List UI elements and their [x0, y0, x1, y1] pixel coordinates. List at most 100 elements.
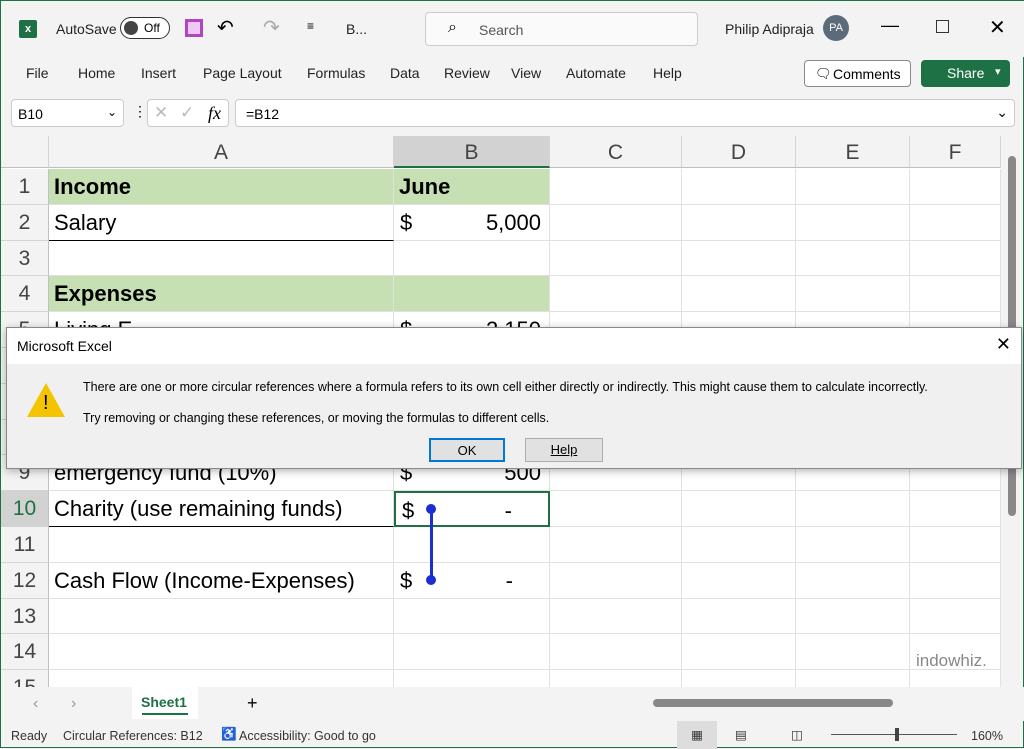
expand-icon[interactable]: ⌄ — [996, 104, 1008, 121]
cell-A13[interactable] — [49, 598, 394, 635]
cell-C12[interactable] — [550, 562, 682, 599]
tab-insert[interactable]: Insert — [141, 65, 176, 81]
cell-E15[interactable] — [796, 670, 910, 687]
avatar[interactable]: PA — [823, 15, 849, 41]
tab-file[interactable]: File — [26, 65, 49, 81]
more-icon[interactable]: ⋮ — [133, 103, 147, 120]
next-sheet-icon[interactable]: › — [71, 695, 76, 713]
cell-D2[interactable] — [682, 204, 796, 241]
cell-F3[interactable] — [910, 240, 1001, 277]
zoom-slider[interactable] — [831, 728, 957, 741]
redo-icon[interactable]: ↷ — [263, 15, 280, 40]
cell-B3[interactable] — [394, 240, 550, 277]
minimize-icon[interactable]: — — [881, 15, 899, 36]
cell-D1[interactable] — [682, 169, 796, 205]
select-all-corner[interactable] — [1, 136, 49, 168]
enter-icon[interactable]: ✓ — [180, 103, 194, 123]
help-button[interactable]: Help — [525, 438, 603, 462]
cell-B2[interactable]: 5,000 $ — [394, 204, 550, 241]
cell-F15[interactable] — [910, 670, 1001, 687]
close-icon[interactable]: ✕ — [989, 15, 1006, 40]
cell-D15[interactable] — [682, 670, 796, 687]
cell-C2[interactable] — [550, 204, 682, 241]
row-header-10[interactable]: 10 — [1, 491, 49, 527]
cell-E1[interactable] — [796, 169, 910, 205]
chevron-down-icon[interactable]: ⌄ — [107, 105, 117, 119]
column-header-F[interactable]: F — [910, 136, 1001, 168]
row-header-2[interactable]: 2 — [1, 204, 49, 241]
tab-help[interactable]: Help — [653, 65, 682, 81]
tab-page-layout[interactable]: Page Layout — [203, 65, 282, 81]
cell-B13[interactable] — [394, 598, 550, 635]
row-header-3[interactable]: 3 — [1, 240, 49, 277]
row-header-11[interactable]: 11 — [1, 527, 49, 563]
prev-sheet-icon[interactable]: ‹ — [33, 695, 38, 713]
cell-D4[interactable] — [682, 276, 796, 313]
tab-formulas[interactable]: Formulas — [307, 65, 365, 81]
circular-references-status[interactable]: Circular References: B12 — [63, 729, 203, 743]
cell-D12[interactable] — [682, 562, 796, 599]
cell-B10[interactable]: - $ — [394, 491, 550, 527]
row-header-1[interactable]: 1 — [1, 169, 49, 205]
cell-C3[interactable] — [550, 240, 682, 277]
autosave-toggle[interactable]: Off — [120, 17, 170, 39]
cell-F2[interactable] — [910, 204, 1001, 241]
cell-D11[interactable] — [682, 527, 796, 563]
chevron-down-icon[interactable]: ▾ — [995, 65, 1001, 78]
cell-B11[interactable] — [394, 527, 550, 563]
add-sheet-button[interactable]: + — [247, 693, 258, 714]
close-icon[interactable]: ✕ — [996, 334, 1011, 355]
cell-A15[interactable] — [49, 670, 394, 687]
row-header-12[interactable]: 12 — [1, 562, 49, 599]
cell-A12[interactable]: Cash Flow (Income-Expenses) — [49, 562, 394, 599]
comments-button[interactable]: 🗨 Comments — [804, 60, 911, 87]
cell-D13[interactable] — [682, 598, 796, 635]
page-layout-icon[interactable]: ▤ — [735, 727, 747, 742]
cell-C13[interactable] — [550, 598, 682, 635]
cell-A4[interactable]: Expenses — [49, 276, 394, 313]
column-header-C[interactable]: C — [550, 136, 682, 168]
name-box[interactable]: B10 ⌄ — [11, 99, 124, 127]
tab-view[interactable]: View — [511, 65, 541, 81]
row-header-4[interactable]: 4 — [1, 276, 49, 313]
cell-A1[interactable]: Income — [49, 169, 394, 205]
cell-E14[interactable] — [796, 634, 910, 671]
tab-review[interactable]: Review — [444, 65, 490, 81]
cell-A3[interactable] — [49, 240, 394, 277]
tab-sheet1[interactable]: Sheet1 — [132, 687, 198, 719]
ok-button[interactable]: OK — [429, 438, 505, 462]
cell-F4[interactable] — [910, 276, 1001, 313]
tab-home[interactable]: Home — [78, 65, 115, 81]
cell-B15[interactable] — [394, 670, 550, 687]
cell-A10[interactable]: Charity (use remaining funds) — [49, 491, 394, 527]
undo-icon[interactable]: ↶ — [217, 15, 234, 40]
tab-data[interactable]: Data — [390, 65, 420, 81]
row-header-14[interactable]: 14 — [1, 634, 49, 671]
column-header-E[interactable]: E — [796, 136, 910, 168]
cell-E3[interactable] — [796, 240, 910, 277]
cell-F13[interactable] — [910, 598, 1001, 635]
cell-F10[interactable] — [910, 491, 1001, 527]
cell-D14[interactable] — [682, 634, 796, 671]
cell-E2[interactable] — [796, 204, 910, 241]
cell-F1[interactable] — [910, 169, 1001, 205]
cell-A2[interactable]: Salary — [49, 204, 394, 241]
cell-B14[interactable] — [394, 634, 550, 671]
row-header-15[interactable]: 15 — [1, 670, 49, 687]
column-header-B[interactable]: B — [394, 136, 550, 168]
maximize-icon[interactable] — [936, 20, 949, 33]
cell-B4[interactable] — [394, 276, 550, 313]
cell-C14[interactable] — [550, 634, 682, 671]
insert-function-icon[interactable]: fx — [208, 103, 221, 124]
file-name[interactable]: B... — [346, 21, 367, 37]
cell-F12[interactable] — [910, 562, 1001, 599]
row-header-13[interactable]: 13 — [1, 598, 49, 635]
cell-E13[interactable] — [796, 598, 910, 635]
cell-E11[interactable] — [796, 527, 910, 563]
column-header-D[interactable]: D — [682, 136, 796, 168]
cell-B12[interactable]: - $ — [394, 562, 550, 599]
column-header-A[interactable]: A — [49, 136, 394, 168]
cell-C11[interactable] — [550, 527, 682, 563]
horizontal-scrollbar[interactable] — [641, 697, 1001, 709]
share-button[interactable]: Share ▾ — [921, 60, 1010, 87]
